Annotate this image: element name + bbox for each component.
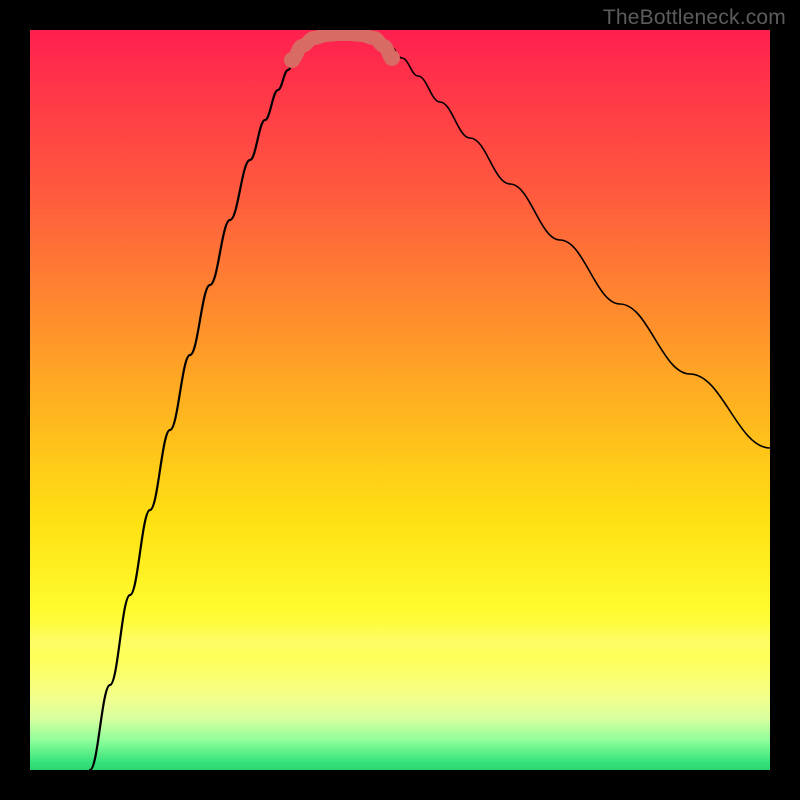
curve-right-branch bbox=[382, 40, 770, 448]
valley-endpoint-left bbox=[284, 52, 300, 68]
curve-left-branch bbox=[90, 40, 308, 770]
watermark-text: TheBottleneck.com bbox=[603, 6, 786, 30]
plot-area bbox=[30, 30, 770, 770]
valley-endpoint-right bbox=[384, 50, 400, 66]
valley-marker bbox=[292, 34, 392, 60]
curve-layer bbox=[30, 30, 770, 770]
chart-stage: TheBottleneck.com bbox=[0, 0, 800, 800]
